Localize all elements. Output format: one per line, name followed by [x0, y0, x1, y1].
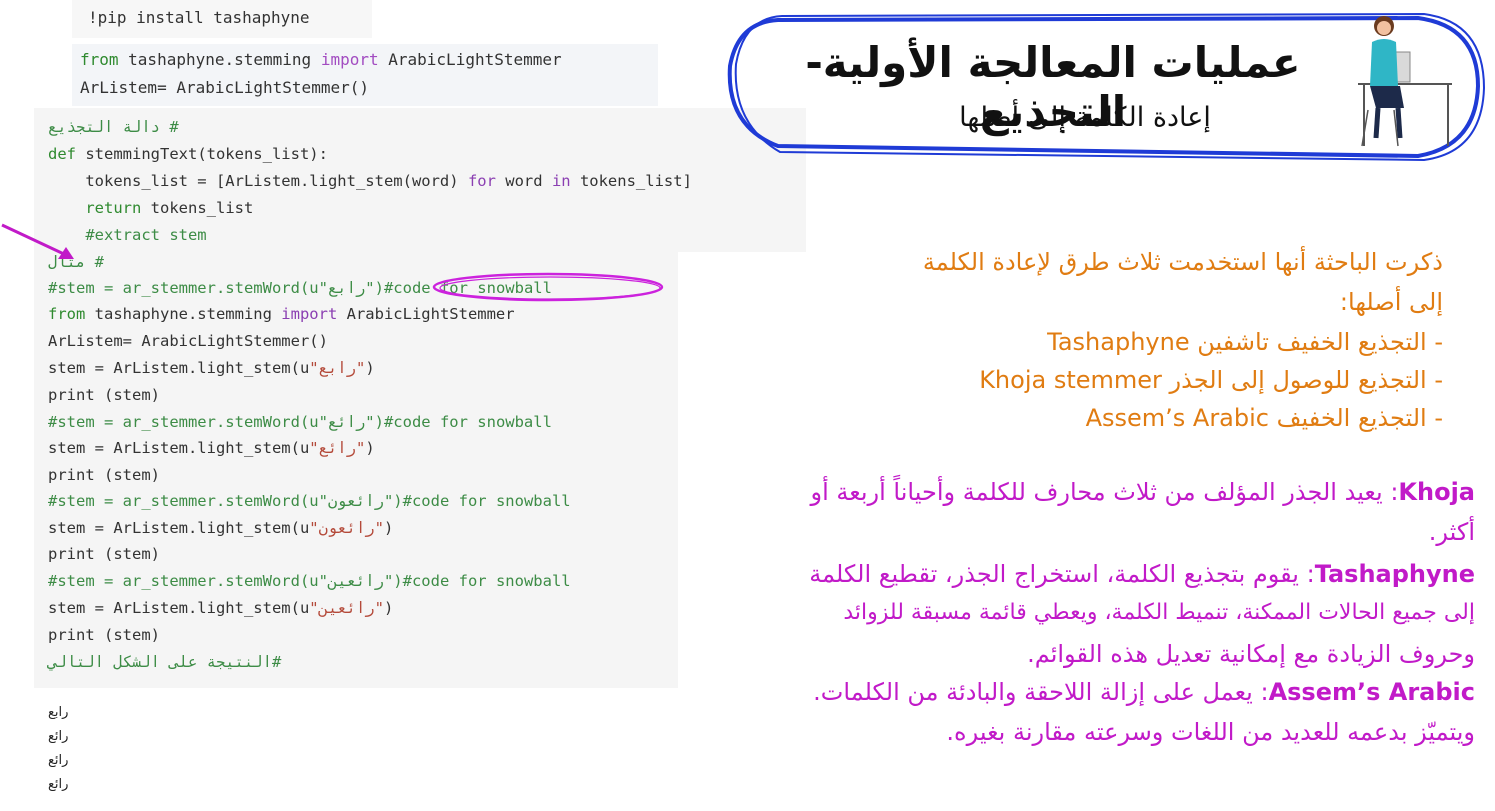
khoja-text: : يعيد الجذر المؤلف من ثلاث محارف للكلمة…	[810, 478, 1399, 506]
keyword-def: def	[48, 145, 76, 163]
tashaphyne-description-line-3: وحروف الزيادة مع إمكانية تعديل هذه القوا…	[1027, 640, 1475, 668]
pointer-arrow-icon	[1, 223, 74, 259]
code-text: tokens_list]	[570, 172, 692, 190]
khoja-description-line-1: Khoja: يعيد الجذر المؤلف من ثلاث محارف ل…	[811, 478, 1475, 506]
slide-subtitle: إعادة الكلمة إلى أصلها	[959, 102, 1211, 133]
code-text: )	[383, 519, 394, 537]
code-line-21: #النتيجة على الشكل التالي	[48, 653, 281, 671]
module-name: tashaphyne.stemming	[85, 305, 282, 323]
function-signature: stemmingText(tokens_list):	[76, 145, 328, 163]
class-name: ArabicLightStemmer	[378, 50, 562, 69]
code-text: )	[383, 599, 394, 617]
code-text: )	[365, 359, 375, 377]
string-literal: "رابع"	[309, 359, 366, 377]
code-line-3: tokens_list = [ArListem.light_stem(word)…	[48, 172, 692, 190]
intro-line-1: ذكرت الباحثة أنها استخدمت ثلاث طرق لإعاد…	[922, 248, 1443, 276]
import-line-1: from tashaphyne.stemming import ArabicLi…	[80, 50, 562, 69]
module-name: tashaphyne.stemming	[118, 50, 321, 69]
code-text: stem = ArListem.light_stem(u	[48, 519, 310, 537]
output-line-2: رائع	[48, 729, 69, 744]
code-line-18: #stem = ar_stemmer.stemWord(u"رائعين")#c…	[48, 572, 571, 590]
assem-label: Assem’s Arabic	[1268, 678, 1475, 706]
class-name: ArabicLightStemmer	[337, 305, 515, 323]
code-text: stem = ArListem.light_stem(u	[48, 599, 310, 617]
code-line-19: stem = ArListem.light_stem(u"رائعين")	[48, 599, 393, 617]
assem-description-line-1: Assem’s Arabic: يعمل على إزالة اللاحقة و…	[813, 678, 1475, 706]
pip-line: !pip install tashaphyne	[88, 8, 310, 27]
bullet-assem: - التجذيع الخفيف Assem’s Arabic	[1085, 404, 1443, 432]
code-text: stem = ArListem.light_stem(u	[48, 359, 310, 377]
code-text: #stem = ar_stemmer.stemWord(u"رابع")	[48, 279, 384, 297]
string-literal: "رائعون"	[309, 519, 384, 537]
code-text: tokens_list = [ArListem.light_stem(word)	[48, 172, 468, 190]
woman-laptop-icon	[1358, 16, 1452, 147]
string-literal: "رائعين"	[309, 599, 384, 617]
assem-description-line-2: ويتميّز بدعمه للعديد من اللغات وسرعته مق…	[946, 718, 1475, 746]
tashaphyne-text: : يقوم بتجذيع الكلمة، استخراج الجذر، تقط…	[809, 560, 1315, 588]
code-line-10: stem = ArListem.light_stem(u"رابع")	[48, 359, 375, 377]
code-line-17: print (stem)	[48, 545, 160, 563]
code-text: )	[365, 439, 375, 457]
code-text: stem = ArListem.light_stem(u	[48, 439, 310, 457]
keyword-from: from	[48, 305, 86, 323]
code-line-9: ArListem= ArabicLightStemmer()	[48, 332, 328, 350]
highlight-ellipse	[432, 272, 664, 302]
import-cell: from tashaphyne.stemming import ArabicLi…	[72, 44, 658, 106]
keyword-from: from	[80, 50, 119, 69]
import-line-2: ArListem= ArabicLightStemmer()	[80, 78, 369, 97]
code-line-11: print (stem)	[48, 386, 160, 404]
keyword-in: in	[551, 172, 571, 190]
tashaphyne-description-line-2: إلى جميع الحالات الممكنة، تنميط الكلمة، …	[843, 600, 1475, 625]
pip-cell: !pip install tashaphyne	[72, 0, 372, 38]
khoja-label: Khoja	[1398, 478, 1475, 506]
assem-text: : يعمل على إزالة اللاحقة والبادئة من الك…	[813, 678, 1269, 706]
code-line-20: print (stem)	[48, 626, 160, 644]
code-line-15: #stem = ar_stemmer.stemWord(u"رائعون")#c…	[48, 492, 571, 510]
keyword-import: import	[320, 50, 379, 69]
output-line-4: رائع	[48, 777, 69, 792]
code-text: word	[495, 172, 552, 190]
code-line-16: stem = ArListem.light_stem(u"رائعون")	[48, 519, 393, 537]
code-line-2: def stemmingText(tokens_list):	[48, 145, 328, 163]
output-line-3: رائع	[48, 753, 69, 768]
tashaphyne-label: Tashaphyne	[1314, 560, 1475, 588]
code-text: tokens_list	[141, 199, 254, 217]
code-line-13: stem = ArListem.light_stem(u"رائع")	[48, 439, 375, 457]
code-line-1: # دالة التجذيع	[48, 118, 179, 136]
code-line-8: from tashaphyne.stemming import ArabicLi…	[48, 305, 515, 323]
khoja-description-line-2: أكثر.	[1428, 518, 1475, 546]
code-line-14: print (stem)	[48, 466, 160, 484]
tashaphyne-description-line-1: Tashaphyne: يقوم بتجذيع الكلمة، استخراج …	[809, 560, 1475, 588]
bullet-tashaphyne: - التجذيع الخفيف تاشفين Tashaphyne	[1047, 328, 1443, 356]
output-line-1: رابع	[48, 705, 69, 720]
bullet-khoja: - التجذيع للوصول إلى الجذر Khoja stemmer	[979, 366, 1443, 394]
keyword-for: for	[467, 172, 496, 190]
intro-line-2: إلى أصلها:	[1339, 288, 1443, 316]
arabic-comment: # دالة التجذيع	[48, 118, 179, 136]
arabic-comment: #النتيجة على الشكل التالي	[48, 653, 282, 671]
keyword-import: import	[281, 305, 338, 323]
code-line-12: #stem = ar_stemmer.stemWord(u"رائع")#cod…	[48, 413, 552, 431]
string-literal: "رائع"	[309, 439, 366, 457]
